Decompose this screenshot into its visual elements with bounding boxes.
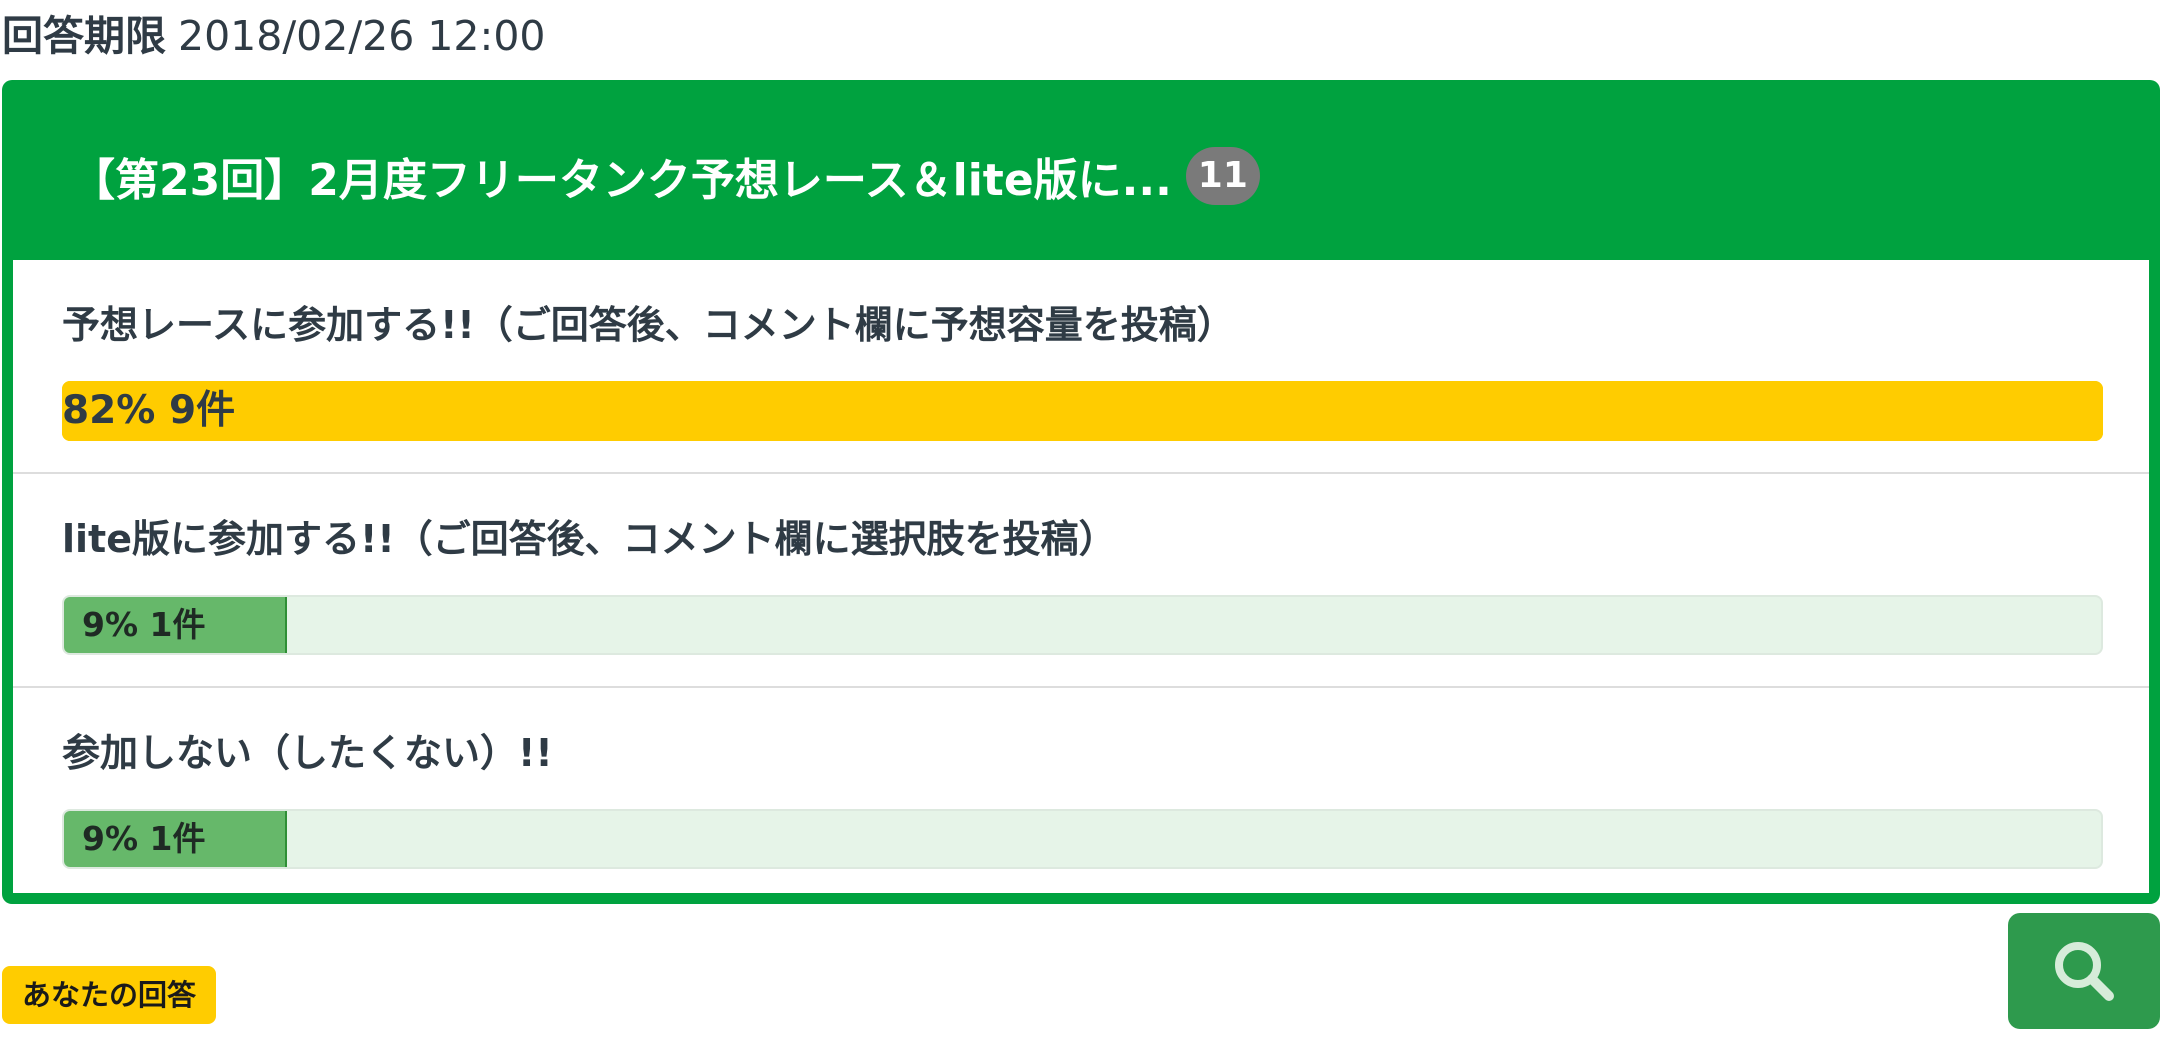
answer-deadline: 回答期限 2018/02/26 12:00	[2, 6, 546, 66]
response-count-badge: 11	[1185, 146, 1260, 205]
result-bar-text: 82% 9件	[62, 381, 235, 441]
poll-option-2[interactable]: lite版に参加する!!（ご回答後、コメント欄に選択肢を投稿） 9% 1件	[13, 474, 2149, 688]
poll-option-3[interactable]: 参加しない（したくない）!! 9% 1件	[13, 688, 2149, 893]
your-answer-badge: あなたの回答	[2, 966, 217, 1024]
poll-option-label: 参加しない（したくない）!!	[62, 731, 553, 775]
result-bar: 82% 9件	[62, 381, 2103, 441]
poll-option-label: lite版に参加する!!（ご回答後、コメント欄に選択肢を投稿）	[62, 517, 1117, 561]
deadline-value: 2018/02/26 12:00	[178, 12, 546, 60]
result-percent: 82%	[62, 388, 156, 433]
result-count: 9件	[168, 388, 236, 433]
result-bar: 9% 1件	[62, 595, 2103, 655]
result-bar: 9% 1件	[62, 809, 2103, 869]
poll-card: 【第23回】2月度フリータンク予想レース＆lite版に... 11 予想レースに…	[2, 80, 2160, 904]
result-count: 1件	[149, 819, 206, 858]
result-percent: 9%	[82, 819, 139, 858]
search-button[interactable]	[2008, 913, 2160, 1029]
poll-option-label: 予想レースに参加する!!（ご回答後、コメント欄に予想容量を投稿）	[62, 303, 1235, 347]
poll-title[interactable]: 【第23回】2月度フリータンク予想レース＆lite版に...	[71, 144, 1172, 208]
result-bar-fill	[62, 381, 2103, 441]
result-bar-text: 9% 1件	[82, 597, 206, 653]
deadline-label: 回答期限	[2, 12, 166, 60]
result-count: 1件	[149, 605, 206, 644]
result-percent: 9%	[82, 605, 139, 644]
result-bar-text: 9% 1件	[82, 811, 206, 867]
poll-header[interactable]: 【第23回】2月度フリータンク予想レース＆lite版に... 11	[13, 91, 2149, 260]
search-icon	[2055, 942, 2114, 1001]
poll-option-1[interactable]: 予想レースに参加する!!（ご回答後、コメント欄に予想容量を投稿） 82% 9件	[13, 260, 2149, 474]
